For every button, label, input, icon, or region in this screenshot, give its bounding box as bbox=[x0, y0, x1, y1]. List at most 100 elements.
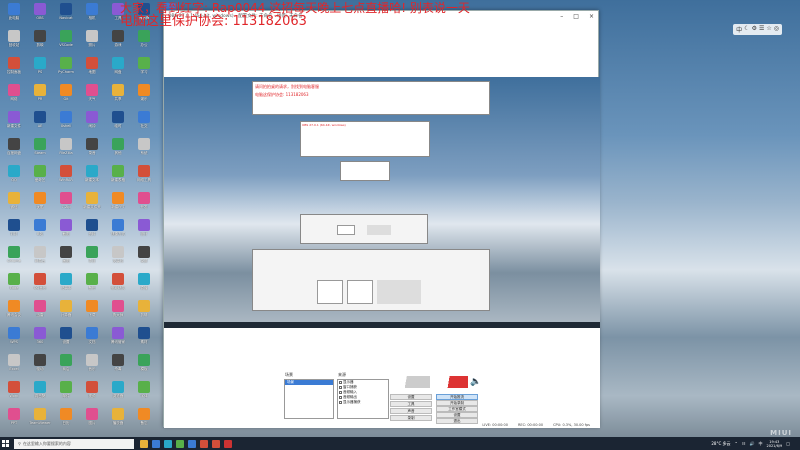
control-button-left[interactable]: 设置 bbox=[390, 394, 432, 400]
desktop-icon[interactable]: 360 bbox=[28, 326, 52, 352]
desktop-icon[interactable]: 共享 bbox=[106, 83, 130, 109]
desktop-icon[interactable]: 网络 bbox=[2, 83, 26, 109]
ime-icon[interactable]: 中 bbox=[758, 441, 762, 447]
desktop-icon[interactable]: 新建文件夹 bbox=[80, 191, 104, 217]
desktop-icon[interactable]: PR bbox=[28, 83, 52, 109]
volume-icon[interactable]: 🔊 bbox=[750, 441, 755, 446]
desktop-icon[interactable]: 模板 bbox=[132, 353, 156, 379]
desktop-icon[interactable]: 项目 bbox=[80, 245, 104, 271]
control-button[interactable]: 开始录制 bbox=[436, 400, 478, 406]
desktop-icon[interactable]: 画图 bbox=[54, 245, 78, 271]
desktop-icon[interactable]: 剪映 bbox=[28, 29, 52, 55]
taskbar-app[interactable] bbox=[186, 437, 198, 450]
desktop-icon[interactable]: 迅雷 bbox=[28, 299, 52, 325]
desktop-icon[interactable]: 日历 bbox=[54, 407, 78, 433]
desktop-icon[interactable]: 剪辑 bbox=[132, 299, 156, 325]
taskbar-app[interactable] bbox=[138, 437, 150, 450]
desktop-icon[interactable]: 驱动 bbox=[28, 353, 52, 379]
desktop-icon[interactable]: 优酷 bbox=[28, 191, 52, 217]
checkbox-icon[interactable] bbox=[339, 381, 342, 384]
desktop-icon[interactable]: 视频 bbox=[80, 380, 104, 406]
maximize-icon[interactable]: □ bbox=[573, 13, 579, 20]
control-button[interactable]: 退出 bbox=[436, 418, 478, 424]
desktop-icon[interactable]: 照片 bbox=[80, 29, 104, 55]
control-button[interactable]: 工作室模式 bbox=[436, 406, 478, 412]
desktop-icon[interactable]: 安装包 bbox=[106, 245, 130, 271]
desktop-icon[interactable]: 图片 bbox=[80, 407, 104, 433]
desktop-icon[interactable]: 7-Zip bbox=[54, 191, 78, 217]
control-button-left[interactable]: 声音 bbox=[390, 408, 432, 414]
desktop-icon[interactable]: 此电脑 bbox=[2, 2, 26, 28]
obs-preview[interactable]: 请问拍拍桌的请求，别找到电脑客服 电脑这保护协会: 113182063 OBS … bbox=[164, 77, 600, 322]
desktop-icon[interactable]: 临时 bbox=[106, 110, 130, 136]
desktop-icon[interactable]: 计算器 bbox=[54, 299, 78, 325]
desktop-icon[interactable]: 杀毒 bbox=[106, 353, 130, 379]
desktop-widget[interactable]: 中 ☾ ⚙ ☰ ☆ ◎ bbox=[733, 24, 782, 35]
network-icon[interactable]: ☷ bbox=[742, 441, 746, 446]
checkbox-icon[interactable] bbox=[339, 386, 342, 389]
desktop-icon[interactable]: 音乐 bbox=[80, 353, 104, 379]
desktop-icon[interactable]: VSCode bbox=[54, 29, 78, 55]
desktop-icon[interactable]: Word bbox=[2, 380, 26, 406]
desktop-icon[interactable]: 腾讯会议 bbox=[2, 299, 26, 325]
widget-item[interactable]: ☾ bbox=[744, 25, 749, 34]
desktop-icon[interactable]: 驱动精灵 bbox=[106, 272, 130, 298]
desktop-icon[interactable]: 设计 bbox=[132, 218, 156, 244]
desktop-icon[interactable]: 开发 bbox=[132, 191, 156, 217]
desktop-icon[interactable]: PS bbox=[28, 56, 52, 82]
desktop-icon[interactable]: 素材 bbox=[132, 326, 156, 352]
desktop-icon[interactable]: 新建表格 bbox=[106, 164, 130, 190]
minimize-icon[interactable]: – bbox=[560, 13, 563, 20]
desktop-icon[interactable]: 下载 bbox=[80, 299, 104, 325]
widget-item[interactable]: ⚙ bbox=[752, 25, 757, 34]
desktop-icon[interactable]: Xshell bbox=[54, 110, 78, 136]
desktop-icon[interactable]: 网易云 bbox=[28, 245, 52, 271]
desktop-icon[interactable]: 设置 bbox=[54, 326, 78, 352]
desktop-icon[interactable]: Chrome bbox=[2, 245, 26, 271]
desktop-icon[interactable]: QQ bbox=[2, 164, 26, 190]
desktop-icon[interactable]: 钉钉 bbox=[2, 218, 26, 244]
desktop-icon[interactable]: 网络工具 bbox=[132, 164, 156, 190]
desktop-icon[interactable]: WPS bbox=[2, 326, 26, 352]
desktop-icon[interactable]: PPT bbox=[2, 407, 26, 433]
taskbar-app[interactable] bbox=[150, 437, 162, 450]
desktop-icon[interactable]: 社交 bbox=[132, 110, 156, 136]
desktop-icon[interactable]: 爱奇艺 bbox=[28, 164, 52, 190]
checkbox-icon[interactable] bbox=[339, 396, 342, 399]
desktop-icon[interactable]: 备忘 bbox=[132, 407, 156, 433]
sources-list[interactable]: 显示器 窗口捕获 音频输入 音频输出 显示器捕获 bbox=[337, 379, 389, 419]
control-button[interactable]: 设置 bbox=[436, 412, 478, 418]
taskbar-app[interactable] bbox=[198, 437, 210, 450]
desktop-icon[interactable]: 浏览器 bbox=[106, 380, 130, 406]
control-button[interactable]: 开始推流 bbox=[436, 394, 478, 400]
desktop-icon[interactable]: 腾讯管家 bbox=[106, 326, 130, 352]
notification-icon[interactable]: □ bbox=[786, 441, 790, 446]
desktop-icon[interactable]: 控制面板 bbox=[2, 56, 26, 82]
desktop-icon[interactable]: 备份 bbox=[80, 272, 104, 298]
desktop-icon[interactable]: OBS bbox=[28, 2, 52, 28]
chevron-up-icon[interactable]: ⌃ bbox=[735, 441, 738, 446]
desktop-icon[interactable]: 网盘 bbox=[106, 56, 130, 82]
desktop-icon[interactable]: 游戏 bbox=[106, 29, 130, 55]
weather-text[interactable]: 28°C 多云 bbox=[711, 441, 730, 447]
desktop-icon[interactable]: 直播 bbox=[132, 272, 156, 298]
desktop-icon[interactable]: 快捷方式 bbox=[106, 218, 130, 244]
desktop-icon[interactable]: 字体 bbox=[132, 380, 156, 406]
speaker-icon[interactable]: 🔈 bbox=[470, 377, 481, 387]
desktop-icon[interactable]: QQ音乐 bbox=[28, 272, 52, 298]
desktop-icon[interactable]: 鲁大师 bbox=[106, 299, 130, 325]
desktop-icon[interactable]: 天气 bbox=[80, 83, 104, 109]
desktop-icon[interactable]: 商店 bbox=[54, 353, 78, 379]
desktop-icon[interactable]: Edge bbox=[2, 272, 26, 298]
desktop-icon[interactable]: 新建文本 bbox=[80, 164, 104, 190]
desktop-icon[interactable]: 相机 bbox=[80, 2, 104, 28]
clock[interactable]: 19:43 2021/6/9 bbox=[766, 440, 782, 448]
desktop-icon[interactable]: 微信 bbox=[2, 191, 26, 217]
widget-item[interactable]: 中 bbox=[736, 25, 742, 34]
desktop-icon[interactable]: AE bbox=[28, 110, 52, 136]
desktop-icon[interactable]: Steam bbox=[28, 137, 52, 163]
desktop-icon[interactable]: 播放器 bbox=[106, 407, 130, 433]
desktop-icon[interactable]: Excel bbox=[2, 353, 26, 379]
desktop-icon[interactable]: 系统 bbox=[132, 137, 156, 163]
control-button-left[interactable]: 工具 bbox=[390, 401, 432, 407]
